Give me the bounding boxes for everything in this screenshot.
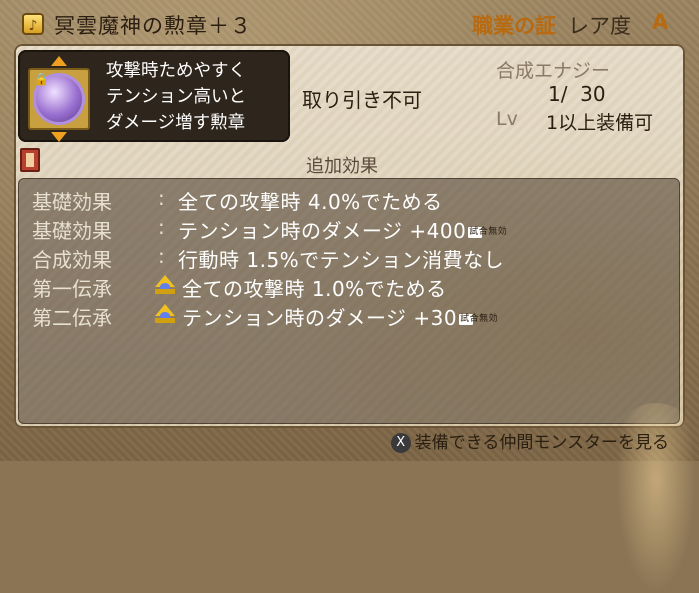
effect-colon: : [158, 186, 165, 210]
effect-value-text: テンション時のダメージ +30 [182, 306, 458, 330]
synth-energy-label: 合成エナジー [496, 60, 611, 82]
effect-colon: : [158, 244, 165, 268]
level-requirement: 1以上装備可 [546, 112, 654, 134]
description-box: 🔒 攻撃時ためやすく テンション高いと ダメージ増す勲章 [18, 50, 290, 142]
effect-value: 全ての攻撃時 4.0%でためる [178, 190, 443, 214]
item-name: 冥雲魔神の勲章＋３ [54, 14, 252, 38]
effect-value-text: テンション時のダメージ +400 [178, 219, 467, 243]
effect-label: 第二伝承 [32, 306, 112, 330]
view-monsters-button[interactable]: X 装備できる仲間モンスターを見る [390, 428, 669, 453]
rarity-value: A [652, 10, 669, 34]
arrow-down-icon[interactable] [51, 132, 67, 142]
extra-effects-header: 追加効果 [306, 156, 378, 177]
effect-value: テンション時のダメージ +30 試合無効 [182, 302, 499, 331]
trade-status: 取り引き不可 [302, 88, 422, 112]
crown-icon [154, 275, 176, 295]
effect-label: 基礎効果 [32, 219, 112, 243]
arrow-up-icon[interactable] [51, 56, 67, 66]
effect-value: 行動時 1.5%でテンション消費なし [178, 248, 505, 272]
effect-label: 合成効果 [32, 248, 112, 272]
description-line: 攻撃時ためやすく [106, 61, 246, 81]
level-label: Lv [496, 108, 518, 130]
x-button-icon: X [390, 433, 411, 453]
description-line: ダメージ増す勲章 [106, 113, 246, 133]
effect-value: 全ての攻撃時 1.0%でためる [182, 277, 447, 301]
match-invalid-badge: 試合無効 [468, 227, 508, 238]
effect-colon: : [158, 215, 165, 239]
crown-icon [154, 304, 176, 324]
effect-label: 第一伝承 [32, 277, 112, 301]
description-line: テンション高いと [106, 87, 246, 107]
effect-label: 基礎効果 [32, 190, 112, 214]
match-invalid-badge: 試合無効 [459, 314, 499, 325]
item-description: 攻撃時ためやすく テンション高いと ダメージ増す勲章 [106, 58, 246, 136]
title-bar: ♪ 冥雲魔神の勲章＋３ 職業の証 レア度 A [0, 0, 699, 44]
synth-energy-value: 1/ 30 [548, 82, 606, 106]
effect-value: テンション時のダメージ +400 試合無効 [178, 215, 508, 244]
effects-list: 基礎効果 : 全ての攻撃時 4.0%でためる 基礎効果 : テンション時のダメー… [18, 178, 696, 593]
footer-label: 装備できる仲間モンスターを見る [414, 433, 669, 453]
job-proof-label: 職業の証 [472, 14, 556, 38]
item-selector[interactable]: 🔒 [26, 56, 96, 142]
rarity-label: レア度 [568, 14, 631, 38]
lock-icon: 🔒 [34, 72, 49, 86]
accessory-icon: ♪ [22, 13, 44, 35]
book-icon[interactable] [20, 148, 40, 172]
